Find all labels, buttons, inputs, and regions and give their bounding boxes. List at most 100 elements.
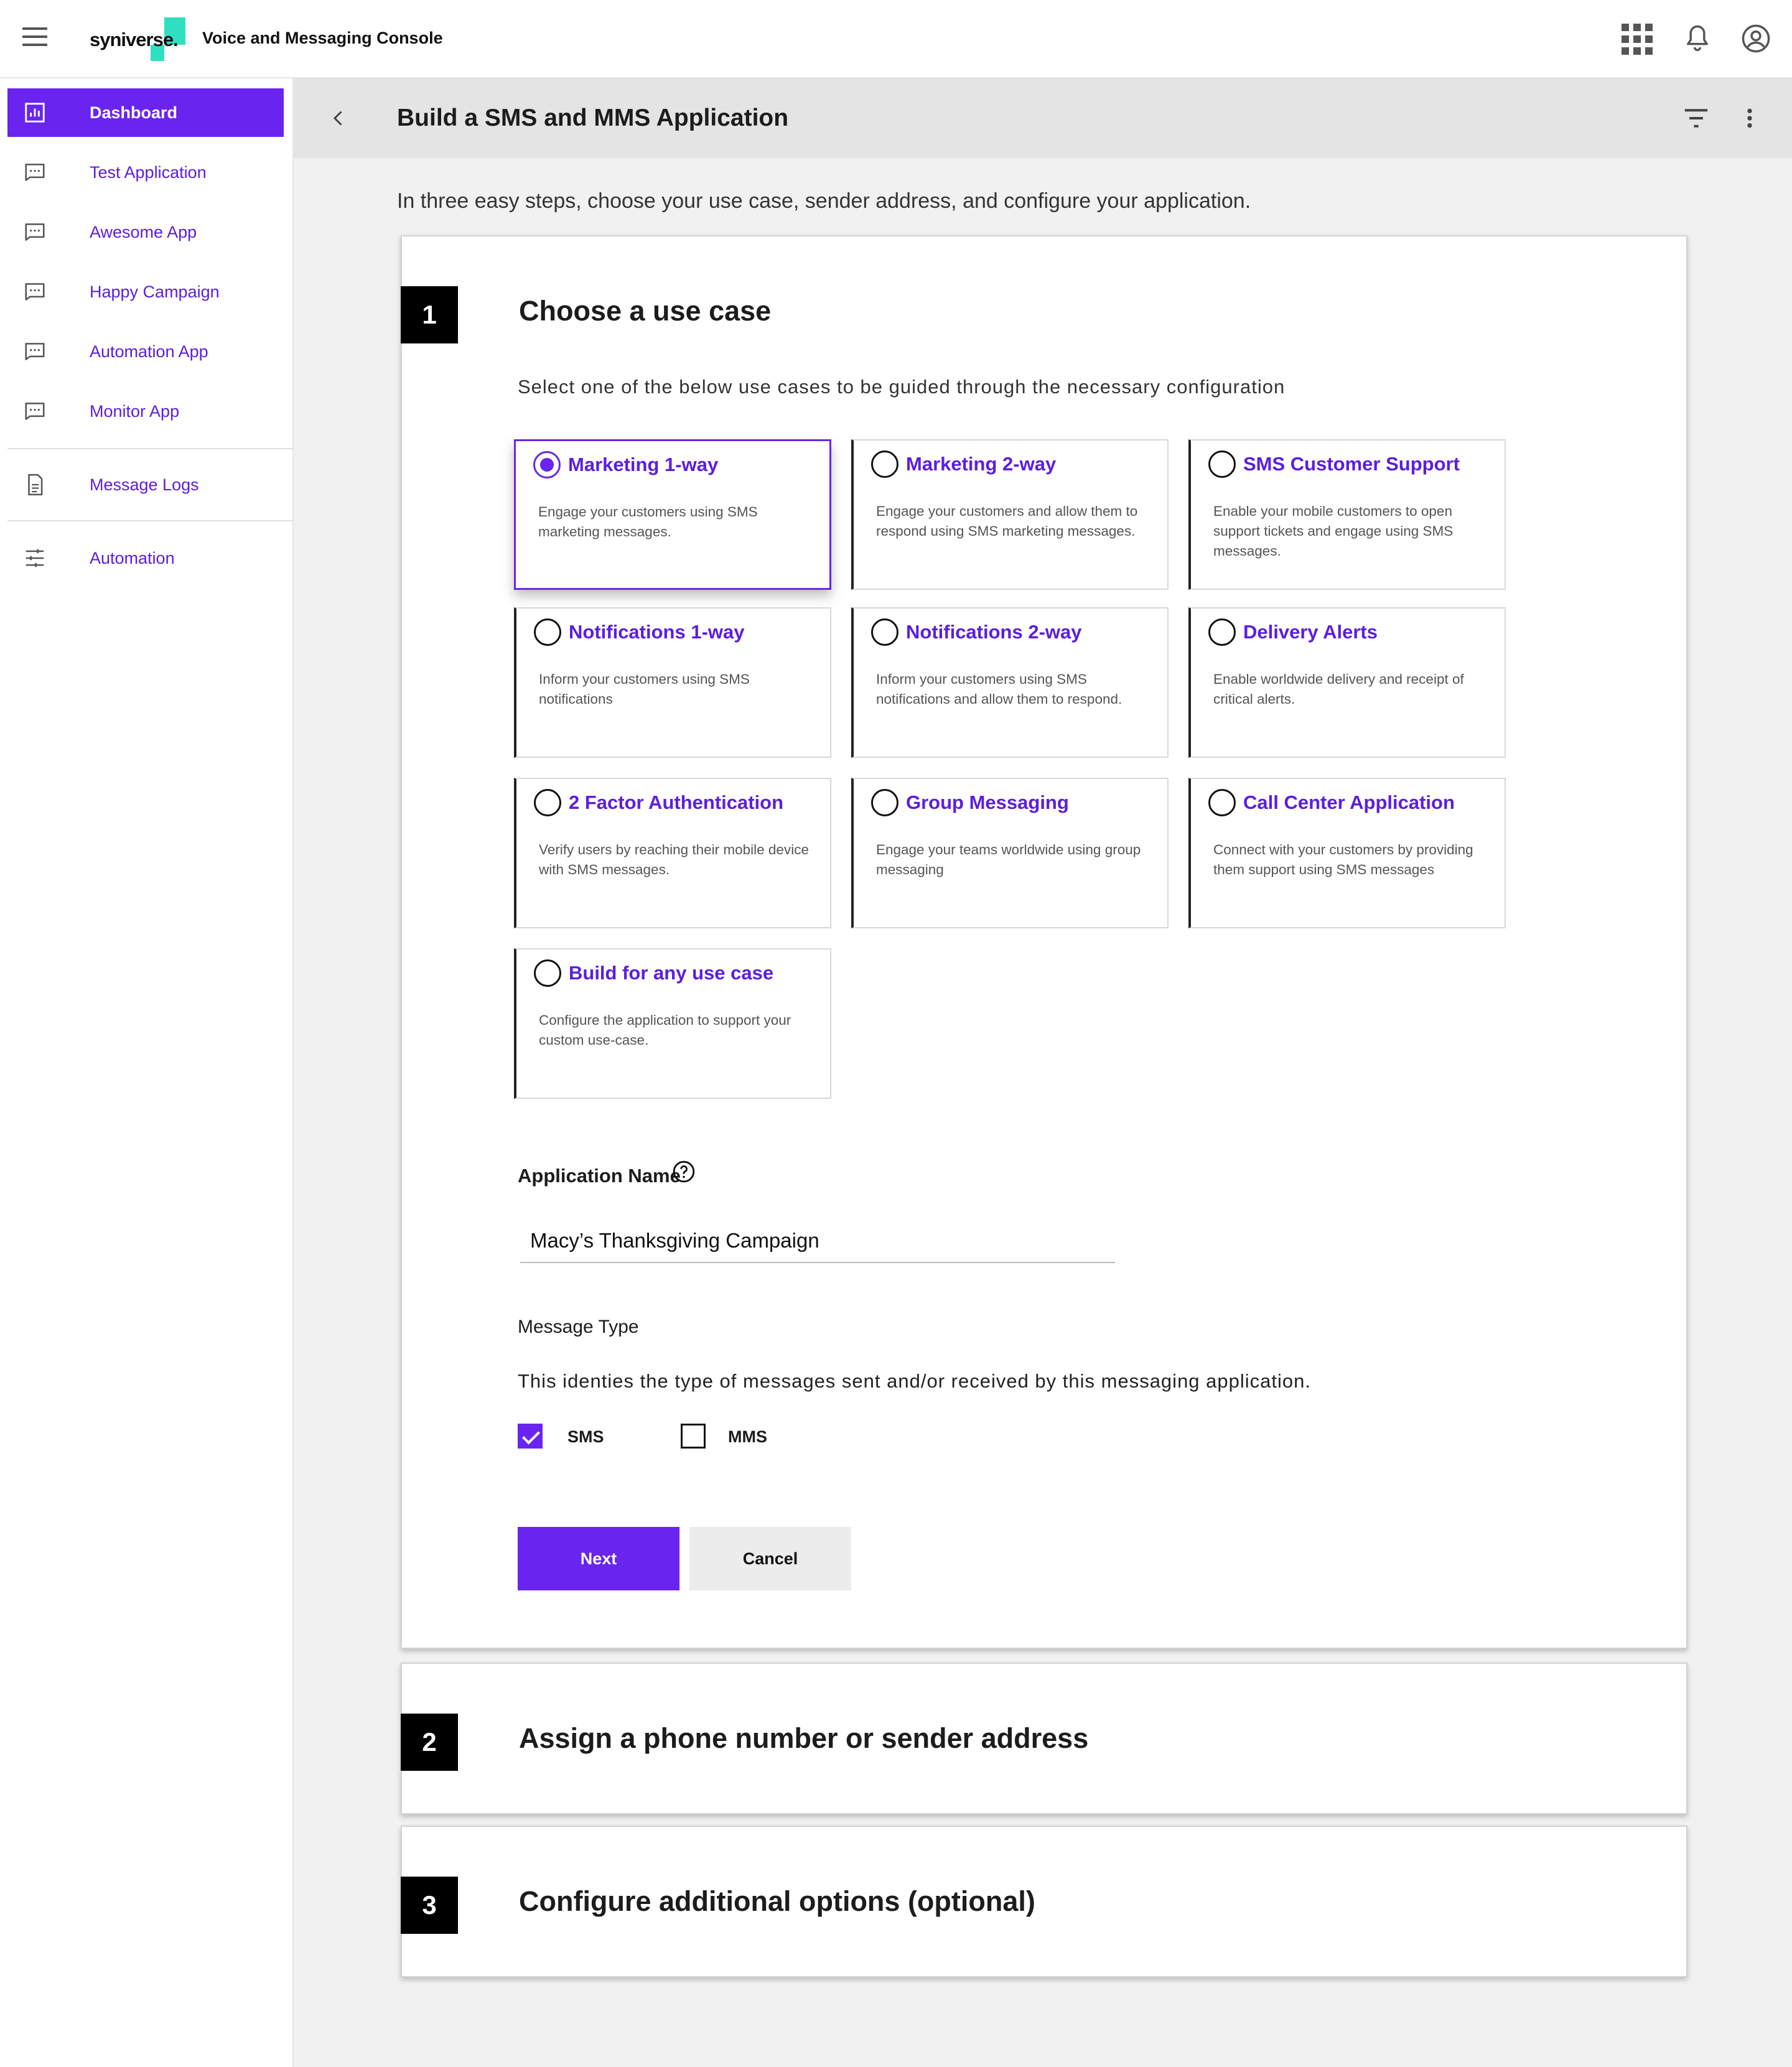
top-bar: syniverse. Voice and Messaging Console [0, 0, 1792, 78]
message-icon [25, 164, 45, 181]
application-name-label: Application Name [518, 1165, 681, 1187]
use-case-description: Enable worldwide delivery and receipt of… [1213, 671, 1464, 707]
sidebar-item-label: Awesome App [90, 223, 197, 241]
sidebar-item-label: Automation [90, 549, 175, 567]
sidebar-item-dashboard[interactable]: Dashboard [7, 88, 284, 137]
sidebar-item-automation-app[interactable]: Automation App [7, 327, 284, 376]
sidebar-item-label: Automation App [90, 342, 208, 361]
radio-button[interactable] [534, 959, 561, 987]
use-case-title: Build for any use case [569, 962, 774, 984]
sidebar-item-happy-campaign[interactable]: Happy Campaign [7, 268, 284, 316]
page-header: Build a SMS and MMS Application [294, 78, 1792, 158]
sms-checkbox[interactable] [518, 1424, 543, 1449]
step-title: Assign a phone number or sender address [519, 1722, 1089, 1754]
message-icon [25, 343, 45, 360]
use-case-title: Group Messaging [906, 791, 1069, 813]
sidebar-item-label: Dashboard [90, 103, 178, 122]
step-number-badge: 3 [401, 1877, 458, 1934]
sidebar-item-label: Monitor App [90, 402, 180, 421]
sidebar-item-label: Message Logs [90, 475, 199, 494]
filter-icon[interactable] [1682, 106, 1710, 131]
radio-button[interactable] [871, 789, 898, 816]
more-vertical-icon[interactable] [1743, 106, 1756, 131]
use-case-description: Inform your customers using SMS notifica… [539, 671, 750, 707]
syniverse-logo[interactable]: syniverse. [90, 17, 195, 61]
cancel-button[interactable]: Cancel [689, 1527, 851, 1590]
radio-button[interactable] [534, 789, 561, 816]
hamburger-menu-icon[interactable] [22, 27, 47, 51]
use-case-sms-customer-support[interactable]: SMS Customer Support Enable your mobile … [1188, 439, 1506, 590]
use-case-description: Engage your customers and allow them to … [876, 503, 1138, 539]
page-title: Build a SMS and MMS Application [397, 105, 789, 131]
sidebar-item-awesome-app[interactable]: Awesome App [7, 208, 284, 256]
use-case-description: Configure the application to support you… [539, 1012, 791, 1048]
bell-icon[interactable] [1681, 22, 1714, 55]
step-2-card[interactable]: 2 Assign a phone number or sender addres… [401, 1663, 1687, 1814]
next-button[interactable]: Next [518, 1527, 679, 1590]
radio-button[interactable] [871, 618, 898, 646]
bar-chart-icon [25, 103, 45, 123]
use-case-build-for-any[interactable]: Build for any use case Configure the app… [514, 948, 831, 1099]
sidebar-item-test-application[interactable]: Test Application [7, 148, 284, 197]
use-case-title: Marketing 1-way [568, 454, 719, 475]
document-icon [28, 474, 43, 496]
intro-text: In three easy steps, choose your use cas… [397, 189, 1251, 213]
message-type-description: This identies the type of messages sent … [518, 1370, 1311, 1392]
application-name-input[interactable] [520, 1220, 1115, 1263]
sidebar-item-message-logs[interactable]: Message Logs [7, 460, 284, 509]
use-case-description: Engage your customers using SMS marketin… [538, 504, 758, 539]
radio-button[interactable] [1208, 789, 1236, 816]
step-number-badge: 2 [401, 1714, 458, 1771]
step-title: Configure additional options (optional) [519, 1885, 1035, 1917]
use-case-title: Call Center Application [1243, 791, 1455, 813]
mms-checkbox-label[interactable]: MMS [728, 1427, 767, 1447]
mms-checkbox[interactable] [681, 1424, 706, 1449]
use-case-notifications-2-way[interactable]: Notifications 2-way Inform your customer… [851, 607, 1169, 758]
use-case-title: Marketing 2-way [906, 453, 1057, 475]
use-case-title: Notifications 2-way [906, 621, 1082, 643]
use-case-title: Delivery Alerts [1243, 621, 1378, 643]
console-title: Voice and Messaging Console [202, 29, 443, 47]
account-icon[interactable] [1740, 22, 1772, 55]
message-icon [25, 403, 45, 420]
use-case-description: Enable your mobile customers to open sup… [1213, 503, 1454, 559]
radio-button[interactable] [533, 451, 561, 478]
apps-grid-icon[interactable] [1622, 24, 1653, 55]
radio-button[interactable] [1208, 450, 1236, 478]
message-icon [25, 283, 45, 301]
step-number-badge: 1 [401, 286, 458, 343]
sidebar-item-automation[interactable]: Automation [7, 534, 284, 582]
help-icon[interactable] [672, 1160, 696, 1183]
use-case-notifications-1-way[interactable]: Notifications 1-way Inform your customer… [514, 607, 831, 758]
use-case-2-factor-authentication[interactable]: 2 Factor Authentication Verify users by … [514, 778, 831, 928]
use-case-marketing-1-way[interactable]: Marketing 1-way Engage your customers us… [514, 439, 831, 590]
sms-checkbox-label[interactable]: SMS [567, 1427, 604, 1447]
step-title: Choose a use case [519, 295, 772, 327]
use-case-marketing-2-way[interactable]: Marketing 2-way Engage your customers an… [851, 439, 1169, 590]
radio-button[interactable] [871, 450, 898, 478]
sidebar-item-label: Test Application [90, 163, 207, 182]
main-content: Build a SMS and MMS Application In three… [294, 78, 1792, 2067]
message-icon [25, 223, 45, 241]
message-type-label: Message Type [518, 1317, 639, 1337]
use-case-title: SMS Customer Support [1243, 453, 1460, 475]
use-case-description: Inform your customers using SMS notifica… [876, 671, 1122, 707]
step-subtitle: Select one of the below use cases to be … [518, 376, 1286, 398]
radio-button[interactable] [1208, 618, 1236, 646]
step-3-card[interactable]: 3 Configure additional options (optional… [401, 1826, 1687, 1977]
sliders-icon [26, 549, 44, 567]
back-chevron-icon[interactable] [327, 107, 350, 129]
use-case-description: Engage your teams worldwide using group … [876, 842, 1141, 877]
use-case-call-center-application[interactable]: Call Center Application Connect with you… [1188, 778, 1506, 928]
use-case-title: Notifications 1-way [569, 621, 745, 643]
use-case-group-messaging[interactable]: Group Messaging Engage your teams worldw… [851, 778, 1169, 928]
sidebar-item-monitor-app[interactable]: Monitor App [7, 387, 284, 436]
use-case-delivery-alerts[interactable]: Delivery Alerts Enable worldwide deliver… [1188, 607, 1506, 758]
use-case-description: Connect with your customers by providing… [1213, 842, 1473, 877]
step-1-card: 1 Choose a use case Select one of the be… [401, 235, 1687, 1649]
sidebar-divider [7, 448, 294, 449]
radio-button[interactable] [534, 618, 561, 646]
sidebar: Dashboard Test Application Awesome App H… [0, 78, 294, 2067]
use-case-title: 2 Factor Authentication [569, 791, 784, 813]
sidebar-divider [7, 520, 294, 521]
